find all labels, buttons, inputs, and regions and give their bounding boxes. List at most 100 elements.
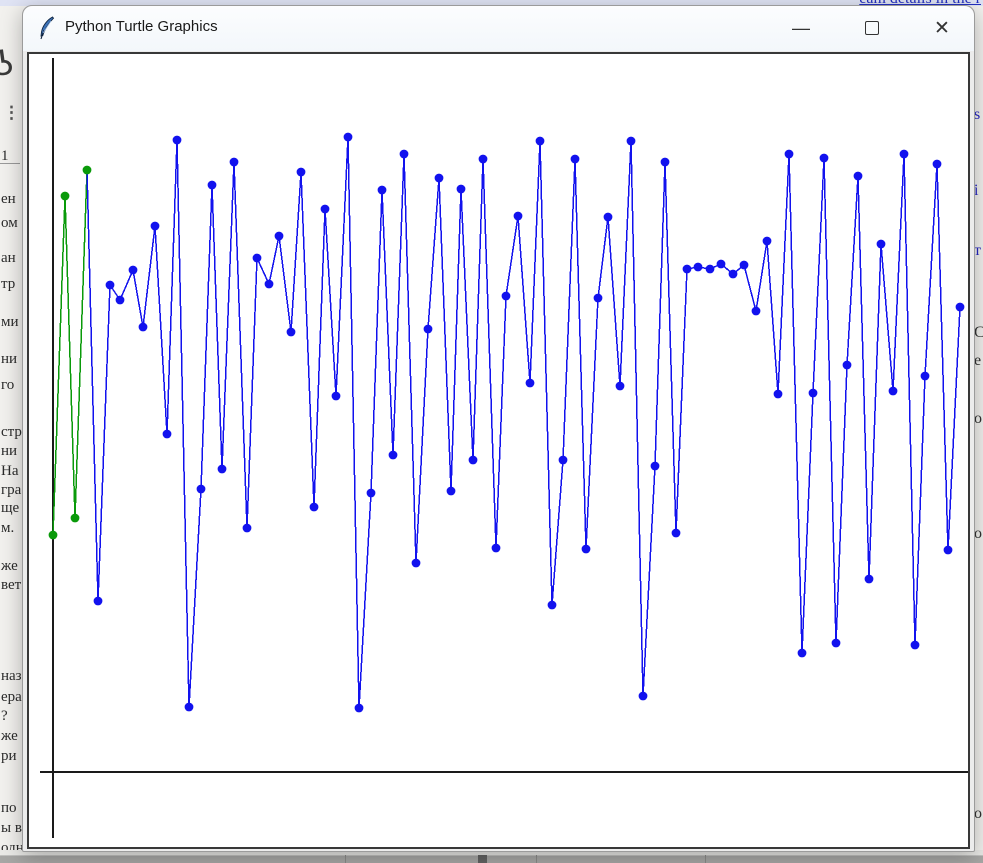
document-text-fragment: о bbox=[974, 410, 982, 428]
data-point-dot bbox=[785, 150, 794, 159]
data-point-dot bbox=[639, 692, 648, 701]
data-point-dot bbox=[798, 649, 807, 658]
document-text-fragment: о bbox=[974, 805, 982, 823]
document-text-fragment: т bbox=[974, 242, 981, 260]
data-point-dot bbox=[571, 155, 580, 164]
document-text-fragment: наз bbox=[1, 668, 22, 685]
background-bottom-divider bbox=[345, 855, 346, 863]
document-text-fragment: гра bbox=[1, 482, 21, 499]
document-text-fragment: о bbox=[974, 525, 982, 543]
data-point-dot bbox=[321, 205, 330, 214]
data-point-dot bbox=[61, 192, 70, 201]
background-bottom-divider bbox=[705, 855, 706, 863]
data-point-dot bbox=[218, 465, 227, 474]
document-text-fragment: ми bbox=[1, 314, 19, 331]
data-point-dot bbox=[310, 503, 319, 512]
data-point-dot bbox=[94, 597, 103, 606]
document-text-fragment: м. bbox=[1, 520, 14, 537]
data-point-dot bbox=[163, 430, 172, 439]
data-point-dot bbox=[49, 531, 58, 540]
data-point-dot bbox=[820, 154, 829, 163]
data-point-dot bbox=[717, 260, 726, 269]
background-right-document-strip: ѕітСеооо bbox=[974, 0, 983, 863]
minimize-button[interactable]: — bbox=[778, 6, 824, 50]
data-point-dot bbox=[763, 237, 772, 246]
data-point-dot bbox=[854, 172, 863, 181]
data-point-dot bbox=[355, 704, 364, 713]
data-point-dot bbox=[275, 232, 284, 241]
data-point-dot bbox=[683, 265, 692, 274]
document-text-fragment: ера bbox=[1, 689, 22, 706]
document-text-fragment: тр bbox=[1, 276, 15, 293]
data-point-dot bbox=[559, 456, 568, 465]
document-text-fragment: е bbox=[974, 352, 981, 370]
data-point-dot bbox=[457, 185, 466, 194]
data-point-dot bbox=[661, 158, 670, 167]
data-point-dot bbox=[536, 137, 545, 146]
data-point-dot bbox=[253, 254, 262, 263]
data-point-dot bbox=[774, 390, 783, 399]
data-point-dot bbox=[911, 641, 920, 650]
data-point-dot bbox=[83, 166, 92, 175]
data-point-dot bbox=[71, 514, 80, 523]
document-text-fragment: ом bbox=[1, 215, 18, 232]
window-titlebar[interactable]: Python Turtle Graphics — ✕ bbox=[23, 6, 974, 51]
data-point-dot bbox=[469, 456, 478, 465]
data-point-dot bbox=[706, 265, 715, 274]
data-point-dot bbox=[297, 168, 306, 177]
document-text-fragment: ан bbox=[1, 250, 16, 267]
data-point-dot bbox=[435, 174, 444, 183]
data-point-dot bbox=[332, 392, 341, 401]
data-point-dot bbox=[651, 462, 660, 471]
document-text-fragment: На bbox=[1, 463, 19, 480]
data-point-dot bbox=[139, 323, 148, 332]
data-point-dot bbox=[479, 155, 488, 164]
data-point-dot bbox=[594, 294, 603, 303]
data-point-dot bbox=[956, 303, 965, 312]
document-text-fragment: же bbox=[1, 728, 18, 745]
data-point-dot bbox=[729, 270, 738, 279]
data-point-dot bbox=[933, 160, 942, 169]
background-bottom-divider bbox=[536, 855, 537, 863]
document-text-fragment: С bbox=[974, 324, 983, 342]
data-point-dot bbox=[424, 325, 433, 334]
data-point-dot bbox=[243, 524, 252, 533]
data-point-dot bbox=[230, 158, 239, 167]
data-point-dot bbox=[447, 487, 456, 496]
data-point-dot bbox=[944, 546, 953, 555]
data-point-dot bbox=[627, 137, 636, 146]
data-point-dot bbox=[616, 382, 625, 391]
data-point-dot bbox=[265, 280, 274, 289]
turtle-drawing bbox=[27, 52, 970, 849]
data-point-dot bbox=[151, 222, 160, 231]
data-point-dot bbox=[514, 212, 523, 221]
close-button[interactable]: ✕ bbox=[919, 6, 965, 50]
background-bottom-grey-band bbox=[0, 855, 983, 863]
document-text-fragment: же bbox=[1, 558, 18, 575]
data-point-dot bbox=[197, 485, 206, 494]
background-left-document-strip: ʖ ⋮ 1еномантрминигострниНагращем.жеветна… bbox=[0, 0, 22, 863]
data-point-dot bbox=[752, 307, 761, 316]
data-point-dot bbox=[129, 266, 138, 275]
document-text-fragment: го bbox=[1, 377, 14, 394]
maximize-button[interactable] bbox=[849, 6, 895, 50]
document-text-fragment: ще bbox=[1, 500, 19, 517]
data-point-dot bbox=[400, 150, 409, 159]
data-point-dot bbox=[877, 240, 886, 249]
data-point-dot bbox=[548, 601, 557, 610]
data-point-dot bbox=[185, 703, 194, 712]
document-text-fragment: 1 bbox=[1, 148, 9, 165]
data-point-dot bbox=[889, 387, 898, 396]
background-bottom-notch bbox=[478, 855, 487, 863]
data-point-dot bbox=[367, 489, 376, 498]
maximize-icon bbox=[865, 21, 879, 35]
document-text-fragment: ? bbox=[1, 708, 8, 725]
data-point-dot bbox=[389, 451, 398, 460]
data-point-dot bbox=[740, 261, 749, 270]
document-text-fragment: ни bbox=[1, 351, 17, 368]
document-text-fragment: ы в bbox=[1, 820, 22, 837]
document-text-fragment: по bbox=[1, 800, 17, 817]
data-point-dot bbox=[116, 296, 125, 305]
data-point-dot bbox=[832, 639, 841, 648]
data-point-dot bbox=[378, 186, 387, 195]
